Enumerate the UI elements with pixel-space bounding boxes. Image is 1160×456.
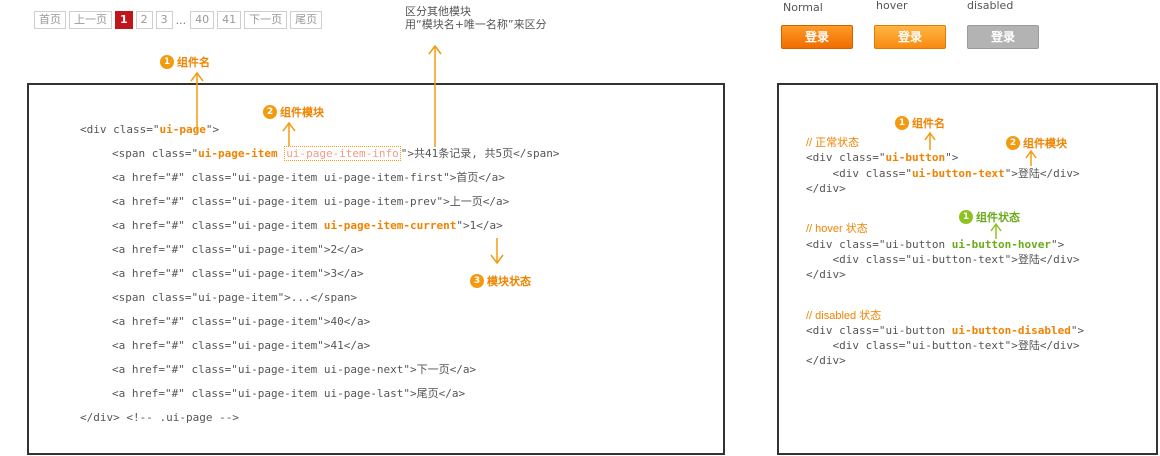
- annotation-arrows: [190, 44, 1037, 265]
